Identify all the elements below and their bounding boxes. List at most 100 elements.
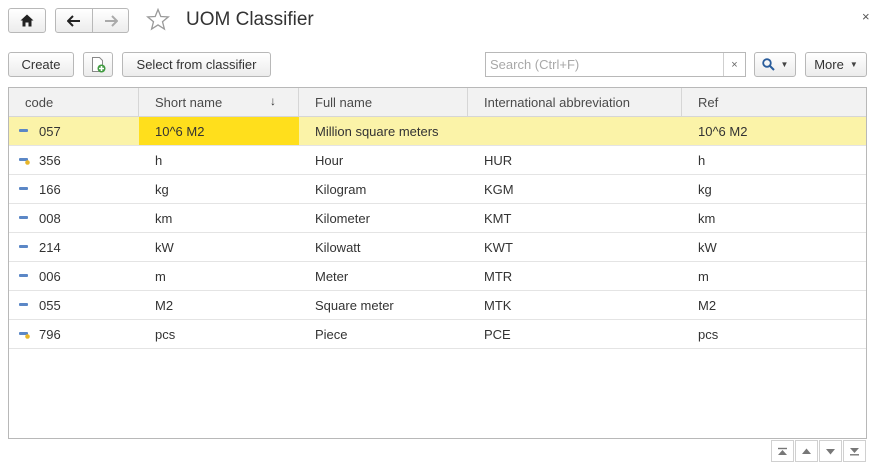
cell-code: 057 <box>9 117 139 145</box>
cell-full-name: Square meter <box>315 297 394 313</box>
page-title: UOM Classifier <box>186 9 314 30</box>
cell-ref: kW <box>698 239 717 255</box>
chevron-down-icon: ▼ <box>780 60 789 69</box>
cell-code: 356 <box>9 146 139 174</box>
code-value: 008 <box>39 210 61 226</box>
cell-ref: kg <box>698 181 712 197</box>
table-row[interactable]: 356 h Hour HUR h <box>9 146 866 175</box>
cell-short-name: km <box>155 210 173 226</box>
cell-full-name: Kilowatt <box>315 239 361 255</box>
scroll-first-icon <box>778 447 787 455</box>
table-row[interactable]: 214 kW Kilowatt KWT kW <box>9 233 866 262</box>
scroll-up-icon <box>802 448 811 454</box>
code-value: 356 <box>39 152 61 168</box>
scroll-last-icon <box>850 447 859 455</box>
cell-short-name: M2 <box>155 297 174 313</box>
search-options-button[interactable]: ▼ <box>754 52 796 77</box>
back-button[interactable] <box>55 8 93 33</box>
search-input[interactable] <box>486 53 723 76</box>
select-from-classifier-button[interactable]: Select from classifier <box>122 52 271 77</box>
cell-ref: pcs <box>698 326 719 342</box>
cell-full-name: Kilogram <box>315 181 367 197</box>
code-value: 055 <box>39 297 61 313</box>
cell-full-name: Hour <box>315 152 344 168</box>
magnifier-icon <box>761 58 775 71</box>
create-button[interactable]: Create <box>8 52 74 77</box>
item-marked-icon <box>9 146 39 174</box>
cell-ref: 10^6 M2 <box>698 123 748 139</box>
table-header: code Short name ↓ Full name Internationa… <box>9 88 866 117</box>
code-value: 166 <box>39 181 61 197</box>
cell-full-name: Piece <box>315 326 348 342</box>
scroll-down-button[interactable] <box>819 440 842 462</box>
column-header-ref[interactable]: Ref <box>682 88 866 116</box>
cell-full-name: Meter <box>315 268 349 284</box>
item-icon <box>9 175 39 203</box>
table-row[interactable]: 166 kg Kilogram KGM kg <box>9 175 866 204</box>
cell-code: 214 <box>9 233 139 261</box>
cell-international-abbreviation: KWT <box>484 239 513 255</box>
code-value: 796 <box>39 326 61 342</box>
cell-full-name: Kilometer <box>315 210 370 226</box>
cell-short-name: pcs <box>155 326 176 342</box>
sort-desc-icon: ↓ <box>270 94 276 108</box>
code-value: 006 <box>39 268 61 284</box>
table-row[interactable]: 006 m Meter MTR m <box>9 262 866 291</box>
table-row[interactable]: 796 pcs Piece PCE pcs <box>9 320 866 349</box>
column-header-code[interactable]: code <box>9 88 139 116</box>
home-button[interactable] <box>8 8 46 33</box>
home-icon <box>20 14 34 27</box>
chevron-down-icon: ▼ <box>849 60 858 69</box>
cell-ref: M2 <box>698 297 717 313</box>
cell-short-name: kg <box>155 181 169 197</box>
item-icon <box>9 233 39 261</box>
table-row[interactable]: 057 10^6 M2 Million square meters 10^6 M2 <box>9 117 866 146</box>
cell-code: 796 <box>9 320 139 348</box>
scroll-last-button[interactable] <box>843 440 866 462</box>
cell-full-name: Million square meters <box>315 123 439 139</box>
column-header-international-abbreviation[interactable]: International abbreviation <box>468 88 682 116</box>
scroll-up-button[interactable] <box>795 440 818 462</box>
arrow-left-icon <box>67 14 80 27</box>
forward-button[interactable] <box>92 8 129 33</box>
column-header-short-name[interactable]: Short name ↓ <box>139 88 299 116</box>
item-icon <box>9 291 39 319</box>
cell-code: 055 <box>9 291 139 319</box>
cell-code: 008 <box>9 204 139 232</box>
uom-table: code Short name ↓ Full name Internationa… <box>8 87 867 439</box>
table-row[interactable]: 055 M2 Square meter MTK M2 <box>9 291 866 320</box>
table-body: 057 10^6 M2 Million square meters 10^6 M2 35… <box>9 117 866 349</box>
cell-international-abbreviation: HUR <box>484 152 513 168</box>
cell-ref: h <box>698 152 706 168</box>
cell-code: 006 <box>9 262 139 290</box>
cell-international-abbreviation: KMT <box>484 210 512 226</box>
star-icon[interactable] <box>146 8 170 31</box>
cell-international-abbreviation: KGM <box>484 181 514 197</box>
cell-short-name: 10^6 M2 <box>139 117 299 145</box>
cell-international-abbreviation: MTK <box>484 297 512 313</box>
cell-short-name: h <box>155 152 163 168</box>
more-button[interactable]: More ▼ <box>805 52 867 77</box>
item-icon <box>9 204 39 232</box>
more-label: More <box>814 57 844 72</box>
item-marked-icon <box>9 320 39 348</box>
column-header-label: Short name <box>155 94 223 110</box>
item-icon <box>9 262 39 290</box>
table-row[interactable]: 008 km Kilometer KMT km <box>9 204 866 233</box>
cell-ref: km <box>698 210 716 226</box>
cell-short-name: m <box>155 268 166 284</box>
scroll-down-icon <box>826 448 835 454</box>
cell-ref: m <box>698 268 709 284</box>
column-header-full-name[interactable]: Full name <box>299 88 468 116</box>
cell-code: 166 <box>9 175 139 203</box>
search-clear-icon[interactable]: × <box>723 53 745 76</box>
document-add-icon <box>92 56 106 72</box>
code-value: 214 <box>39 239 61 255</box>
add-copy-button[interactable] <box>83 52 113 77</box>
cell-international-abbreviation: PCE <box>484 326 511 342</box>
cell-international-abbreviation: MTR <box>484 268 513 284</box>
close-icon[interactable]: × <box>862 9 870 24</box>
arrow-right-icon <box>104 14 118 27</box>
cell-short-name: kW <box>155 239 174 255</box>
scroll-first-button[interactable] <box>771 440 794 462</box>
